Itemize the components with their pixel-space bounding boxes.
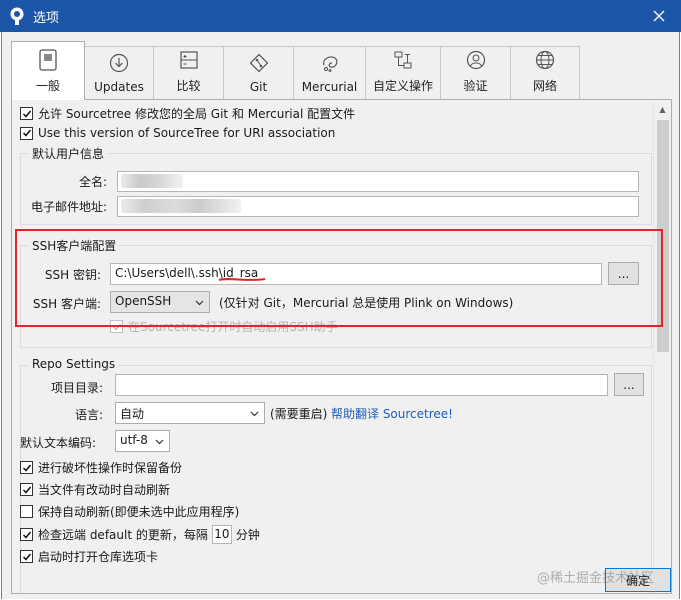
redacted-email (121, 199, 241, 213)
keep-refresh-label: 保持自动刷新(即便未选中此应用程序) (38, 505, 240, 519)
backup-label: 进行破坏性操作时保留备份 (38, 461, 183, 475)
ssh-key-browse-button[interactable]: ... (608, 262, 639, 285)
restart-note: (需要重启) (270, 407, 328, 421)
auto-refresh-checkbox[interactable] (20, 483, 33, 496)
close-icon[interactable] (645, 3, 673, 29)
sourcetree-icon (9, 7, 25, 25)
scroll-up-icon[interactable]: ▲ (654, 101, 671, 118)
fullname-label: 全名: (78, 175, 107, 189)
watermark: @稀土掘金技术社区 (537, 571, 655, 586)
auto-agent-checkbox[interactable] (110, 320, 123, 333)
chevron-down-icon (155, 435, 164, 445)
uri-association-checkbox[interactable] (20, 126, 33, 140)
tab-label: Mercurial (301, 80, 358, 94)
check-remote-label: 检查远端 default 的更新，每隔 (38, 528, 208, 542)
ssh-client-note: (仅针对 Git，Mercurial 总是使用 Plink on Windows… (219, 296, 514, 310)
scroll-area[interactable]: 允许 Sourcetree 修改您的全局 Git 和 Mercurial 配置文… (13, 101, 653, 593)
tab-diff[interactable]: 比较 (153, 46, 224, 100)
auto-refresh-option[interactable]: 当文件有改动时自动刷新 (20, 481, 170, 498)
language-label: 语言: (74, 408, 103, 422)
user-info-title: 默认用户信息 (29, 145, 108, 162)
language-value: 自动 (120, 407, 145, 421)
tab-label: 验证 (463, 79, 488, 93)
mercurial-icon (319, 52, 341, 74)
encoding-label: 默认文本编码: (20, 436, 97, 450)
open-repo-tabs-checkbox[interactable] (20, 550, 33, 563)
tab-git[interactable]: Git (223, 46, 294, 100)
git-icon (248, 52, 270, 74)
tab-label: Updates (94, 80, 144, 94)
keep-refresh-checkbox[interactable] (20, 505, 33, 518)
ssh-client-value: OpenSSH (115, 294, 172, 308)
allow-modify-checkbox[interactable] (20, 107, 33, 120)
backup-option[interactable]: 进行破坏性操作时保留备份 (20, 459, 182, 476)
ssh-client-select[interactable]: OpenSSH (110, 291, 210, 313)
email-label: 电子邮件地址: (30, 200, 107, 214)
window-title: 选项 (33, 11, 60, 26)
general-panel: 允许 Sourcetree 修改您的全局 Git 和 Mercurial 配置文… (11, 99, 672, 594)
auto-agent-option[interactable]: 在Sourcetree打开时自动启用SSH助手 (110, 318, 338, 335)
auto-agent-label: 在Sourcetree打开时自动启用SSH助手 (128, 320, 338, 334)
ssh-key-label: SSH 密钥: (44, 268, 101, 282)
globe-icon (534, 49, 556, 71)
redacted-name (121, 174, 183, 188)
ssh-client-label: SSH 客户端: (32, 297, 101, 311)
vertical-scrollbar[interactable]: ▲ ▼ (653, 100, 671, 593)
open-repo-tabs-label: 启动时打开仓库选项卡 (38, 550, 159, 564)
repo-settings-title: Repo Settings (29, 357, 119, 371)
tab-label: 自定义操作 (372, 79, 433, 93)
tab-general[interactable]: 一般 (11, 41, 85, 100)
tab-updates[interactable]: Updates (84, 46, 154, 100)
user-icon (465, 49, 487, 71)
ssh-title: SSH客户端配置 (29, 237, 120, 254)
switch-icon (37, 49, 59, 71)
tab-label: 一般 (35, 79, 60, 93)
uri-association-option[interactable]: Use this version of SourceTree for URI a… (20, 126, 335, 140)
ssh-key-field[interactable]: C:\Users\dell\.ssh\id_rsa (110, 263, 602, 285)
tab-label: Git (249, 80, 268, 94)
diff-icon (178, 49, 200, 71)
scrollbar-thumb[interactable] (657, 120, 669, 352)
dialog-client: 一般 Updates 比较 Git Mercurial 自定义操作 验证 网络 … (1, 32, 680, 599)
tab-mercurial[interactable]: Mercurial (293, 46, 366, 100)
tab-label: 比较 (176, 79, 201, 93)
tab-strip: 一般 Updates 比较 Git Mercurial 自定义操作 验证 网络 (11, 40, 580, 100)
check-remote-checkbox[interactable] (20, 528, 33, 541)
auto-refresh-label: 当文件有改动时自动刷新 (38, 483, 171, 497)
download-circle-icon (108, 52, 130, 74)
open-repo-tabs-option[interactable]: 启动时打开仓库选项卡 (20, 548, 158, 565)
check-remote-option[interactable]: 检查远端 default 的更新，每隔 10 分钟 (20, 525, 260, 544)
tab-custom-actions[interactable]: 自定义操作 (365, 46, 441, 100)
tab-label: 网络 (532, 79, 557, 93)
backup-checkbox[interactable] (20, 461, 33, 474)
chevron-down-icon (195, 296, 204, 306)
project-dir-label: 项目目录: (50, 381, 103, 395)
project-dir-browse-button[interactable]: ... (614, 373, 644, 396)
encoding-value: utf-8 (120, 433, 148, 447)
allow-modify-option[interactable]: 允许 Sourcetree 修改您的全局 Git 和 Mercurial 配置文… (20, 105, 355, 122)
title-bar: 选项 (0, 0, 681, 32)
language-select[interactable]: 自动 (115, 402, 265, 424)
check-remote-unit: 分钟 (235, 528, 260, 542)
fullname-field[interactable] (117, 171, 639, 192)
tab-network[interactable]: 网络 (510, 46, 580, 100)
flow-icon (392, 49, 414, 71)
keep-refresh-option[interactable]: 保持自动刷新(即便未选中此应用程序) (20, 503, 239, 520)
chevron-down-icon (250, 407, 259, 417)
project-dir-field[interactable] (115, 374, 608, 396)
encoding-select[interactable]: utf-8 (115, 430, 170, 452)
allow-modify-label: 允许 Sourcetree 修改您的全局 Git 和 Mercurial 配置文… (38, 107, 356, 121)
check-remote-interval-field[interactable]: 10 (211, 525, 232, 544)
uri-association-label: Use this version of SourceTree for URI a… (38, 126, 336, 140)
translate-link[interactable]: 帮助翻译 Sourcetree! (331, 405, 453, 422)
tab-auth[interactable]: 验证 (440, 46, 511, 100)
